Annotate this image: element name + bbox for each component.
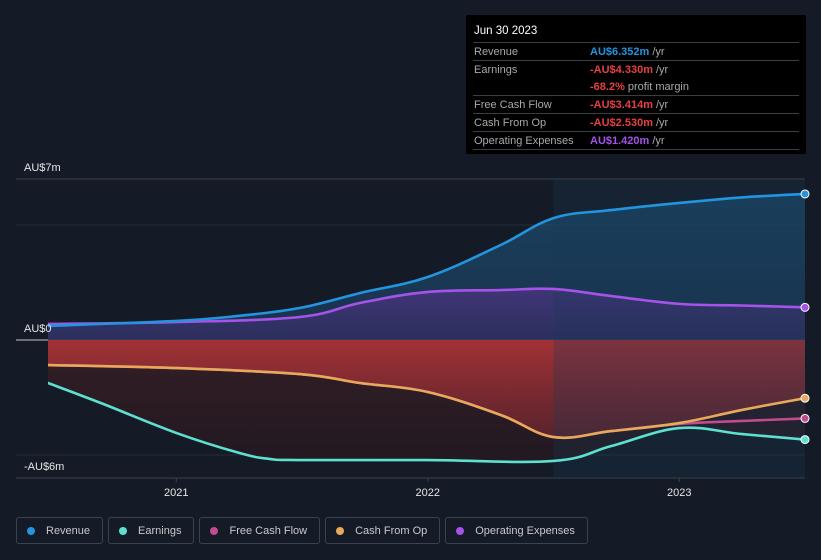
tooltip-label: Cash From Op (474, 116, 547, 129)
tooltip-row-cash-from-op: Cash From Op -AU$2.530m /yr (473, 114, 799, 132)
legend-dot-icon (336, 526, 345, 535)
tooltip-unit: /yr (652, 45, 665, 58)
x-tick-label: 2021 (164, 487, 188, 499)
tooltip-row-operating-expenses: Operating Expenses AU$1.420m /yr (473, 132, 799, 150)
tooltip-unit: /yr (655, 116, 669, 129)
legend-label: Revenue (46, 524, 91, 537)
tooltip-row-profit-margin: -68.2% profit margin (473, 78, 799, 96)
tooltip-value: -AU$3.414m (590, 98, 653, 111)
cash-from-op-end-marker (800, 393, 810, 403)
legend-item-free-cash-flow[interactable]: Free Cash Flow (199, 517, 321, 544)
tooltip-row-free-cash-flow: Free Cash Flow -AU$3.414m /yr (473, 96, 799, 114)
legend-dot-icon (119, 526, 128, 535)
tooltip-unit: /yr (652, 134, 665, 147)
legend-label: Earnings (138, 524, 182, 537)
tooltip-label: Revenue (474, 45, 519, 58)
tooltip-label: Operating Expenses (474, 134, 574, 147)
legend-item-revenue[interactable]: Revenue (16, 517, 104, 544)
tooltip-value: AU$6.352m (590, 45, 650, 58)
tooltip-row-earnings: Earnings -AU$4.330m /yr (473, 61, 799, 78)
tooltip-date: Jun 30 2023 (473, 23, 799, 43)
tooltip-value: -AU$2.530m (590, 116, 653, 129)
tooltip-label: Earnings (474, 63, 518, 76)
tooltip-value: -68.2% (590, 80, 625, 93)
legend-label: Free Cash Flow (229, 524, 308, 537)
tooltip-row-revenue: Revenue AU$6.352m /yr (473, 43, 799, 61)
revenue-end-marker (800, 189, 810, 199)
legend-item-earnings[interactable]: Earnings (108, 517, 195, 544)
legend-dot-icon (456, 526, 465, 535)
earnings-end-marker (800, 435, 810, 445)
legend-label: Cash From Op (355, 524, 428, 537)
x-tick-label: 2023 (667, 487, 691, 499)
chart-legend: Revenue Earnings Free Cash Flow Cash Fro… (16, 517, 588, 544)
y-tick-label: AU$7m (24, 162, 61, 174)
operating-expenses-end-marker (800, 302, 810, 312)
tooltip: Jun 30 2023 Revenue AU$6.352m /yr Earnin… (466, 15, 806, 154)
x-tick-label: 2022 (416, 487, 440, 499)
tooltip-unit: /yr (655, 63, 669, 76)
legend-item-operating-expenses[interactable]: Operating Expenses (445, 517, 588, 544)
tooltip-label: Free Cash Flow (474, 98, 552, 111)
tooltip-value: AU$1.420m (590, 134, 650, 147)
tooltip-unit: /yr (655, 98, 669, 111)
free-cash-flow-end-marker (800, 413, 810, 423)
tooltip-unit: profit margin (627, 80, 689, 93)
legend-item-cash-from-op[interactable]: Cash From Op (325, 517, 441, 544)
legend-dot-icon (27, 526, 35, 535)
legend-label: Operating Expenses (475, 524, 575, 537)
tooltip-value: -AU$4.330m (590, 63, 653, 76)
y-tick-label: -AU$6m (24, 461, 64, 473)
y-tick-label: AU$0 (24, 323, 52, 335)
legend-dot-icon (210, 526, 219, 535)
